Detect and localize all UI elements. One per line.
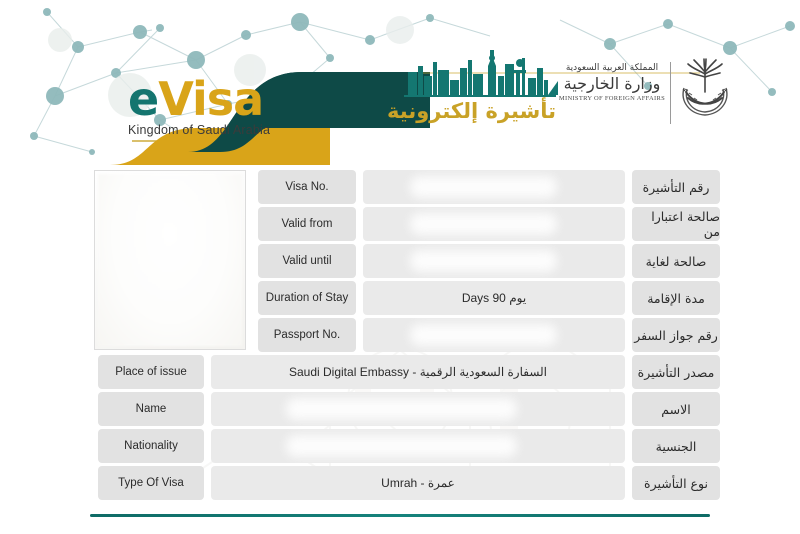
field-label-ar: مدة الإقامة	[632, 281, 720, 315]
field-label-en: Valid from	[258, 207, 356, 241]
field-label-en: Passport No.	[258, 318, 356, 352]
field-value[interactable]	[363, 207, 625, 241]
field-label-ar: الجنسية	[632, 429, 720, 463]
mofa-english: MINISTRY OF FOREIGN AFFAIRS	[558, 95, 666, 102]
field-value[interactable]	[211, 392, 625, 426]
field-label-ar: صالحة اعتبارا من	[632, 207, 720, 241]
field-label-ar: رقم التأشيرة	[632, 170, 720, 204]
table-row: Name الاسم	[98, 392, 720, 426]
field-label-en: Visa No.	[258, 170, 356, 204]
field-label-ar: مصدر التأشيرة	[632, 355, 720, 389]
field-label-en: Valid until	[258, 244, 356, 278]
field-label-en: Type Of Visa	[98, 466, 204, 500]
evisa-word-visa: Visa	[158, 72, 264, 126]
table-row: Type Of Visa Umrah - عمرة نوع التأشيرة	[98, 466, 720, 500]
table-row: Passport No. رقم جواز السفر	[258, 318, 720, 352]
field-label-en: Place of issue	[98, 355, 204, 389]
field-label-ar: نوع التأشيرة	[632, 466, 720, 500]
field-value[interactable]: Saudi Digital Embassy - السفارة السعودية…	[211, 355, 625, 389]
visa-document: eVisa Kingdom of Saudi Arabia تأشيرة إلك…	[0, 0, 800, 534]
table-row: Place of issue Saudi Digital Embassy - ا…	[98, 355, 720, 389]
evisa-logo: eVisa Kingdom of Saudi Arabia	[128, 76, 308, 137]
mofa-logo: المملكة العربية السعودية وزارة الخارجية …	[556, 63, 668, 102]
mofa-arabic-kingdom: المملكة العربية السعودية	[565, 63, 659, 73]
table-row: Nationality الجنسية	[98, 429, 720, 463]
field-value[interactable]: Umrah - عمرة	[211, 466, 625, 500]
field-value[interactable]	[363, 170, 625, 204]
field-label-en: Nationality	[98, 429, 204, 463]
field-value[interactable]: Days 90 يوم	[363, 281, 625, 315]
field-label-en: Name	[98, 392, 204, 426]
field-value[interactable]	[363, 318, 625, 352]
mofa-arabic-ministry: وزارة الخارجية	[563, 74, 661, 93]
table-row: Duration of Stay Days 90 يوم مدة الإقامة	[258, 281, 720, 315]
field-label-ar: رقم جواز السفر	[632, 318, 720, 352]
footer-divider	[90, 514, 710, 517]
table-row: Valid from صالحة اعتبارا من	[258, 207, 720, 241]
field-value[interactable]	[363, 244, 625, 278]
evisa-wordmark: eVisa	[128, 76, 308, 122]
table-row: Visa No. رقم التأشيرة	[258, 170, 720, 204]
field-label-en: Duration of Stay	[258, 281, 356, 315]
saudi-emblem-icon	[676, 58, 734, 125]
arabic-visa-title: تأشيرة إلكترونية	[387, 99, 556, 123]
mofa-divider	[670, 62, 671, 124]
skyline-underline	[404, 95, 556, 97]
evisa-subtitle: Kingdom of Saudi Arabia	[128, 123, 271, 137]
field-label-ar: صالحة لغاية	[632, 244, 720, 278]
riyadh-skyline-icon	[408, 50, 558, 100]
field-value[interactable]	[211, 429, 625, 463]
field-label-ar: الاسم	[632, 392, 720, 426]
evisa-letter-e: e	[128, 72, 159, 126]
table-row: Valid until صالحة لغاية	[258, 244, 720, 278]
